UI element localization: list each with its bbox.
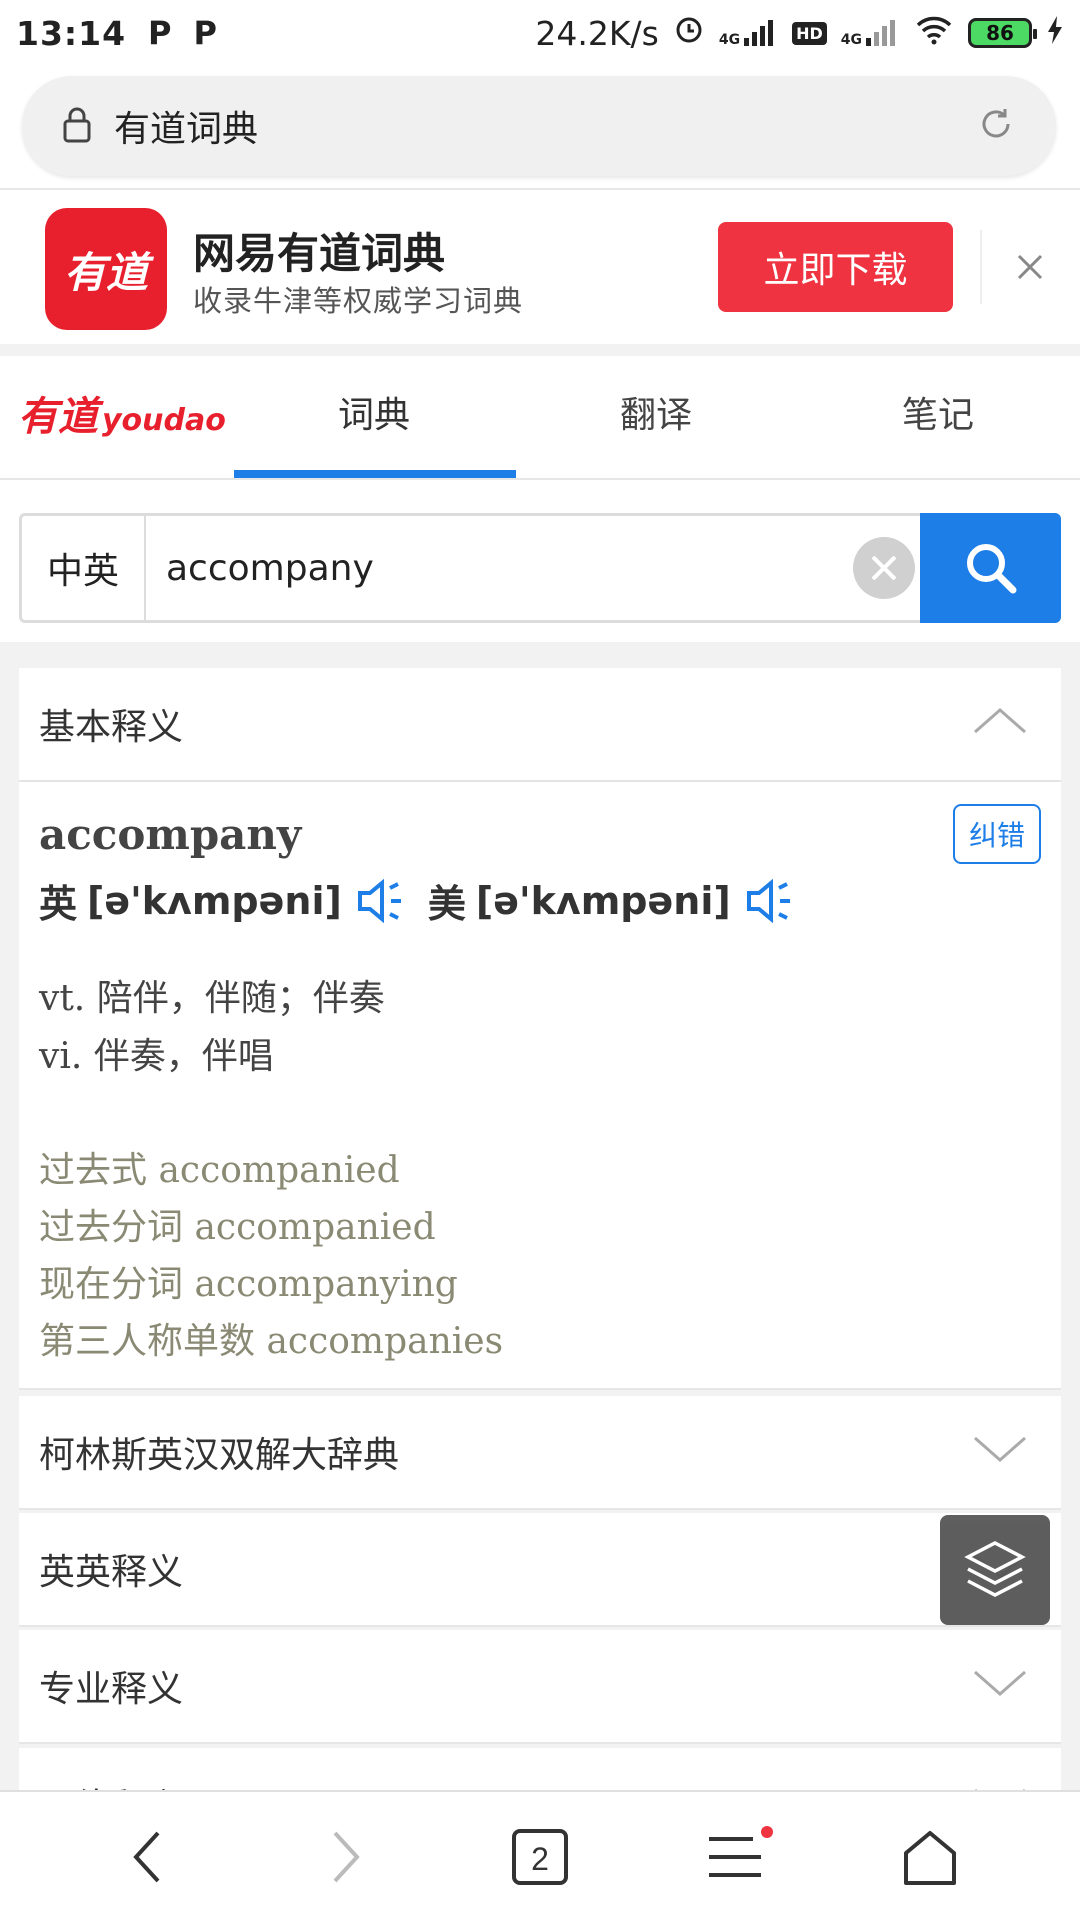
search-input[interactable] — [146, 516, 853, 620]
word-form-item: 过去分词 accompanied — [39, 1199, 1041, 1256]
english-definition-section[interactable]: 英英释义 — [19, 1513, 1061, 1627]
definition-text: 陪伴，伴随；伴奏 — [96, 978, 385, 1019]
browser-toolbar: 有道词典 — [0, 66, 1080, 190]
section-title: 柯林斯英汉双解大辞典 — [39, 1435, 400, 1476]
notification-p-icon: P — [148, 14, 172, 52]
battery-icon: 86 — [968, 18, 1037, 48]
reload-icon[interactable] — [976, 104, 1016, 148]
search-area: 中英 — [0, 480, 1080, 642]
phonetics: 英 [ə'kʌmpəni] 美 [ə'kʌmpəni] — [39, 873, 1041, 928]
status-bar: 13:14 P P 24.2K/s 4G HD 4G 86 — [0, 0, 1080, 66]
section-header[interactable]: 柯林斯英汉双解大辞典 — [19, 1396, 1061, 1508]
menu-icon[interactable] — [695, 1822, 775, 1892]
uk-label: 英 — [39, 882, 78, 926]
pos: vt. — [39, 978, 86, 1019]
basic-definition-card: 基本释义 accompany 纠错 英 [ə'kʌmpəni] 美 [ə'kʌm… — [19, 668, 1061, 1390]
charging-icon — [1046, 14, 1064, 53]
us-label: 美 — [427, 882, 466, 926]
chevron-down-icon[interactable] — [973, 1666, 1027, 1707]
signal-4g-icon-2: 4G — [841, 18, 900, 48]
youdao-app-logo: 有道 — [45, 208, 167, 330]
section-title: 专业释义 — [39, 1669, 184, 1710]
basic-definition-header[interactable]: 基本释义 — [19, 668, 1061, 780]
network-speed: 24.2K/s — [535, 13, 659, 53]
definitions: vt. 陪伴，伴随；伴奏 vi. 伴奏，伴唱 — [39, 970, 1041, 1086]
uk-phonetic: [ə'kʌmpəni] — [87, 878, 342, 923]
tabs-icon[interactable]: 2 — [500, 1822, 580, 1892]
form-label: 第三人称单数 — [39, 1321, 256, 1362]
collins-section[interactable]: 柯林斯英汉双解大辞典 — [19, 1396, 1061, 1510]
banner-divider — [980, 230, 982, 304]
tab-dictionary[interactable]: 词典 — [234, 386, 514, 438]
status-time: 13:14 — [16, 13, 127, 53]
layers-button[interactable] — [940, 1515, 1050, 1625]
report-error-button[interactable]: 纠错 — [953, 804, 1041, 864]
language-selector[interactable]: 中英 — [22, 516, 146, 620]
net-label: 4G — [718, 32, 741, 48]
page-title: 有道词典 — [114, 109, 259, 150]
chevron-down-icon[interactable] — [973, 1432, 1027, 1473]
notification-p-icon-2: P — [193, 14, 217, 52]
youdao-logo[interactable]: 有道 youdao — [18, 384, 226, 442]
download-button[interactable]: 立即下载 — [718, 222, 953, 312]
speaker-icon[interactable] — [356, 878, 410, 924]
layers-icon — [964, 1541, 1026, 1597]
form-value[interactable]: accompanies — [266, 1321, 503, 1362]
section-title: 英英释义 — [39, 1552, 184, 1593]
word-forms: 过去式 accompanied 过去分词 accompanied 现在分词 ac… — [39, 1142, 1041, 1388]
address-bar[interactable]: 有道词典 — [22, 76, 1056, 176]
clear-icon[interactable] — [853, 537, 915, 599]
section-header[interactable]: 专业释义 — [19, 1630, 1061, 1742]
banner-app-desc: 收录牛津等权威学习词典 — [193, 284, 524, 318]
active-tab-indicator — [234, 470, 516, 478]
search-button[interactable] — [920, 513, 1061, 623]
svg-text:2: 2 — [531, 1841, 549, 1877]
net-label-2: 4G — [840, 32, 862, 48]
basic-definition-body: accompany 纠错 英 [ə'kʌmpəni] 美 [ə'kʌmpəni]… — [19, 780, 1061, 1388]
speaker-icon-us[interactable] — [745, 878, 799, 924]
tab-translate[interactable]: 翻译 — [516, 386, 796, 438]
forward-icon[interactable] — [305, 1822, 385, 1892]
definition-text: 伴奏，伴唱 — [93, 1036, 274, 1077]
tab-notes[interactable]: 笔记 — [798, 386, 1078, 438]
alarm-icon — [673, 13, 705, 53]
us-phonetic: [ə'kʌmpəni] — [475, 878, 731, 923]
section-title: 基本释义 — [39, 707, 184, 748]
home-icon[interactable] — [890, 1822, 970, 1892]
word-form-item: 第三人称单数 accompanies — [39, 1313, 1041, 1370]
browser-bottom-bar: 2 — [0, 1790, 1080, 1920]
word-form-item: 过去式 accompanied — [39, 1142, 1041, 1199]
chevron-up-icon[interactable] — [973, 704, 1027, 745]
logo-cn: 有道 — [18, 394, 98, 440]
app-download-banner: 有道 网易有道词典 收录牛津等权威学习词典 立即下载 — [0, 190, 1080, 350]
lock-icon — [62, 105, 92, 147]
signal-4g-icon: 4G — [719, 18, 778, 48]
section-header[interactable]: 英英释义 — [19, 1513, 1061, 1625]
pos: vi. — [39, 1036, 83, 1077]
back-icon[interactable] — [108, 1822, 188, 1892]
form-value[interactable]: accompanied — [158, 1150, 399, 1191]
form-label: 过去分词 — [39, 1207, 184, 1248]
wifi-icon — [914, 14, 954, 53]
banner-app-name: 网易有道词典 — [193, 229, 446, 278]
close-icon[interactable] — [1005, 230, 1055, 304]
professional-section[interactable]: 专业释义 — [19, 1630, 1061, 1744]
form-label: 现在分词 — [39, 1264, 184, 1305]
definition-item: vt. 陪伴，伴随；伴奏 — [39, 970, 1041, 1028]
search-icon — [966, 544, 1016, 594]
logo-en: youdao — [102, 403, 226, 438]
form-label: 过去式 — [39, 1150, 148, 1191]
headword: accompany — [39, 810, 302, 859]
site-nav: 有道 youdao 词典 翻译 笔记 — [0, 356, 1080, 480]
form-value[interactable]: accompanying — [194, 1264, 457, 1305]
notification-dot — [761, 1826, 773, 1838]
definition-item: vi. 伴奏，伴唱 — [39, 1028, 1041, 1086]
word-form-item: 现在分词 accompanying — [39, 1256, 1041, 1313]
hd-icon: HD — [792, 21, 827, 45]
form-value[interactable]: accompanied — [194, 1207, 435, 1248]
search-box: 中英 — [19, 513, 923, 623]
